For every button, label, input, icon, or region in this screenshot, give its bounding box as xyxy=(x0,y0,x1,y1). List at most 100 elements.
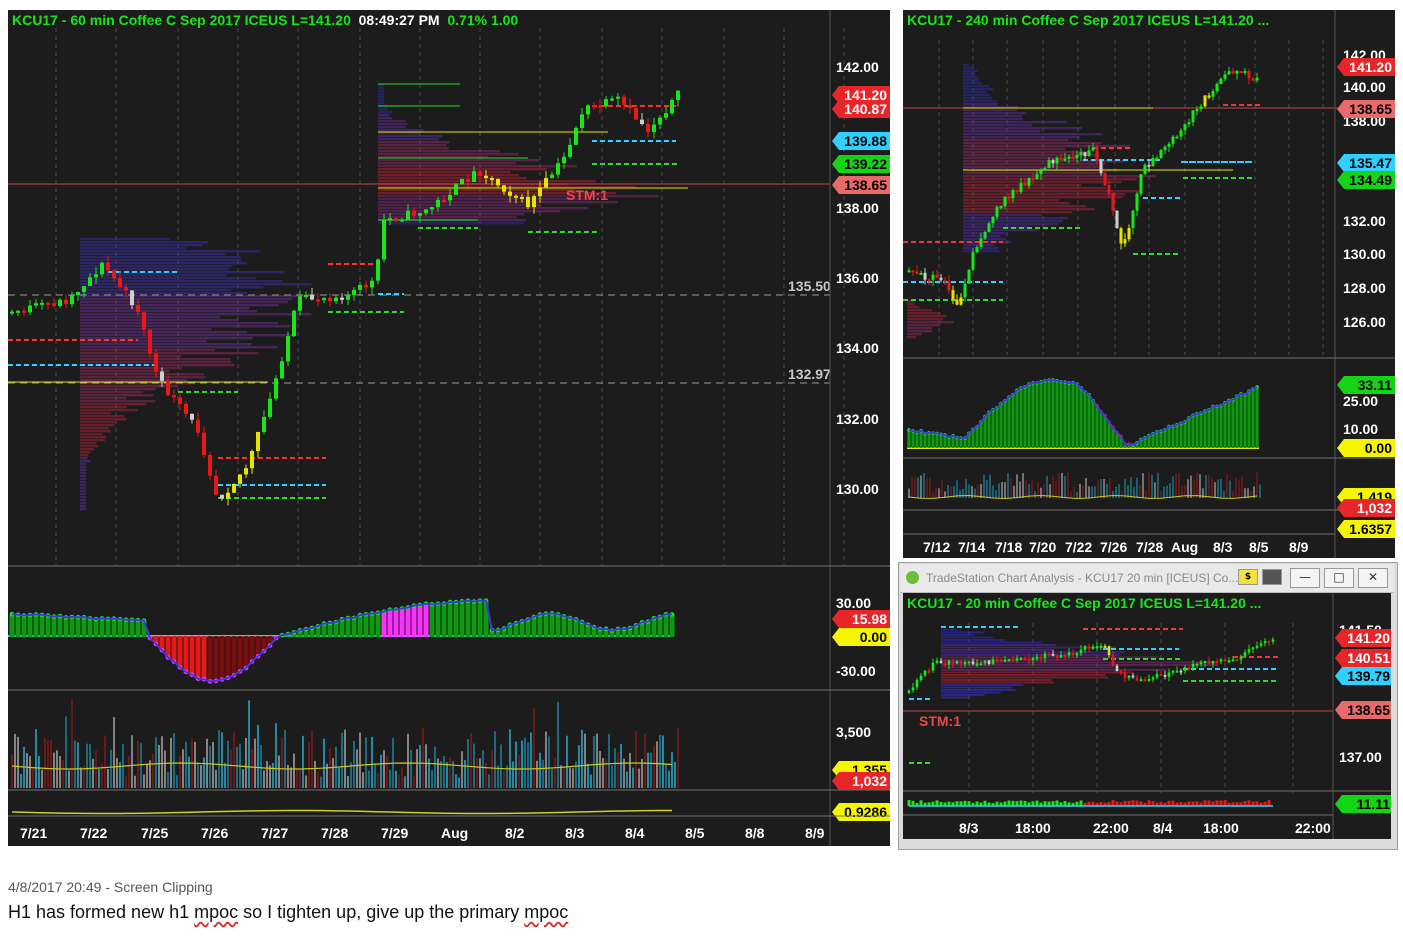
date-tick-label: 7/14 xyxy=(958,539,985,555)
price-tick-label: 132.00 xyxy=(1343,213,1386,229)
oscillator-bar xyxy=(1207,800,1211,806)
chart-20min-window-titlebar[interactable]: TradeStation Chart Analysis - KCU17 20 m… xyxy=(900,564,1394,593)
window-maximize-button[interactable]: □ xyxy=(1324,568,1354,588)
candle-body xyxy=(927,670,931,673)
oscillator-bar xyxy=(9,614,15,637)
volume-profile-bar xyxy=(378,126,406,129)
volume-profile-bar xyxy=(963,115,1023,118)
volume-profile-bar xyxy=(941,629,959,631)
candle-body xyxy=(460,178,464,185)
candle-body xyxy=(1043,653,1047,659)
volume-profile-bar xyxy=(963,97,992,100)
volume-profile-bar xyxy=(963,172,1105,175)
window-minimize-button[interactable]: — xyxy=(1290,568,1320,588)
chart-20min-panel[interactable]: KCU17 - 20 min Coffee C Sep 2017 ICEUS L… xyxy=(903,593,1391,839)
candle-body xyxy=(1079,152,1083,156)
date-tick-label: 8/3 xyxy=(1213,539,1233,555)
oscillator-bar xyxy=(573,619,579,637)
candle-body xyxy=(1235,71,1239,74)
oscillator-bar xyxy=(1171,800,1175,806)
candle-body xyxy=(975,663,979,666)
volume-profile-bar xyxy=(378,144,447,147)
candle-body xyxy=(1111,192,1115,211)
candle-body xyxy=(1091,646,1095,649)
volume-profile-bar xyxy=(378,87,384,90)
window-options-icon[interactable] xyxy=(1262,569,1282,585)
volume-profile-bar xyxy=(80,367,183,370)
volume-profile-bar xyxy=(941,669,1167,671)
candle-body xyxy=(1107,185,1111,193)
volume-profile-bar xyxy=(941,686,1012,689)
candle-body xyxy=(70,295,74,305)
oscillator-bar xyxy=(57,616,63,637)
candle-body xyxy=(310,294,314,300)
candle-body xyxy=(298,296,302,311)
price-badge: 135.47 xyxy=(1349,155,1392,171)
volume-profile-bar xyxy=(378,171,511,174)
candle-body xyxy=(931,274,935,280)
oscillator-bar xyxy=(975,426,979,448)
candle-body xyxy=(1203,95,1207,107)
chart-20min-title: KCU17 - 20 min Coffee C Sep 2017 ICEUS L… xyxy=(907,595,1262,611)
oscillator-bar xyxy=(363,614,369,637)
volume-profile-bar xyxy=(963,136,1081,139)
oscillator-bar xyxy=(1163,429,1167,448)
symbol-link-icon[interactable]: $ xyxy=(1238,569,1258,585)
volume-profile-bar xyxy=(941,659,1107,661)
oscillator-bar xyxy=(225,636,231,679)
oscillator-bar xyxy=(123,619,129,637)
oscillator-bar xyxy=(69,616,75,637)
volume-profile-bar xyxy=(378,141,450,144)
candle-body xyxy=(550,174,554,179)
oscillator-bar xyxy=(1175,424,1179,448)
oscillator-bar xyxy=(111,618,117,637)
volume-profile-bar xyxy=(378,189,576,192)
volume-profile-bar xyxy=(80,385,179,388)
oscillator-bar xyxy=(357,615,363,637)
oscillator-bar xyxy=(1087,394,1091,448)
candle-body xyxy=(1131,675,1135,678)
candle-body xyxy=(346,294,350,300)
oscillator-signal-line xyxy=(11,599,673,683)
volume-profile-bar xyxy=(378,96,384,99)
volume-profile-bar xyxy=(80,253,226,256)
candle-body xyxy=(1187,122,1191,125)
oscillator-bar xyxy=(1019,388,1023,448)
candle-body xyxy=(1207,95,1211,98)
chart-240min-panel[interactable]: KCU17 - 240 min Coffee C Sep 2017 ICEUS … xyxy=(903,10,1395,558)
price-badge: 139.22 xyxy=(844,156,887,172)
candle-body xyxy=(586,105,590,115)
candle-body xyxy=(1047,160,1051,169)
window-close-button[interactable]: ✕ xyxy=(1358,568,1388,588)
volume-profile-bar xyxy=(941,684,1024,686)
chart-20min-canvas[interactable]: STM:1141.50137.00141.20140.51139.79138.6… xyxy=(903,593,1391,839)
candle-body xyxy=(975,246,979,253)
chart-60min-canvas[interactable]: 135.50 132.97 STM:1 142.00 136.00 134.00 132.0… xyxy=(8,10,890,846)
chart-60min-panel[interactable]: KCU17 - 60 min Coffee C Sep 2017 ICEUS L… xyxy=(8,10,890,846)
candle-body xyxy=(1043,168,1047,171)
candle-body xyxy=(436,199,440,208)
oscillator-tick-label: 10.00 xyxy=(1343,421,1378,437)
volume-profile-bar xyxy=(963,154,1100,157)
candle-body xyxy=(927,279,931,282)
volume-profile-bar xyxy=(941,691,1001,694)
volume-profile-bar xyxy=(963,109,1018,112)
candle-body xyxy=(358,284,362,290)
candle-body xyxy=(1259,643,1263,646)
volume-profile-bar xyxy=(963,103,998,106)
candle-body xyxy=(999,659,1003,662)
volume-profile-bar xyxy=(80,304,279,307)
candle-body xyxy=(472,171,476,182)
volume-profile-bar xyxy=(963,127,1082,130)
volume-profile-bar xyxy=(907,306,920,309)
candle-body xyxy=(1119,228,1123,244)
candle-body xyxy=(979,663,983,666)
oscillator-bar xyxy=(1183,421,1187,448)
candle-body xyxy=(1255,77,1259,81)
price-tick-label: 137.00 xyxy=(1339,749,1382,765)
candle-body xyxy=(939,660,943,664)
candle-body xyxy=(1159,673,1163,676)
chart-240min-canvas[interactable]: 142.00140.00138.00132.00130.00128.00126.… xyxy=(903,10,1395,558)
candle-body xyxy=(1023,183,1027,186)
candle-body xyxy=(1171,670,1175,673)
